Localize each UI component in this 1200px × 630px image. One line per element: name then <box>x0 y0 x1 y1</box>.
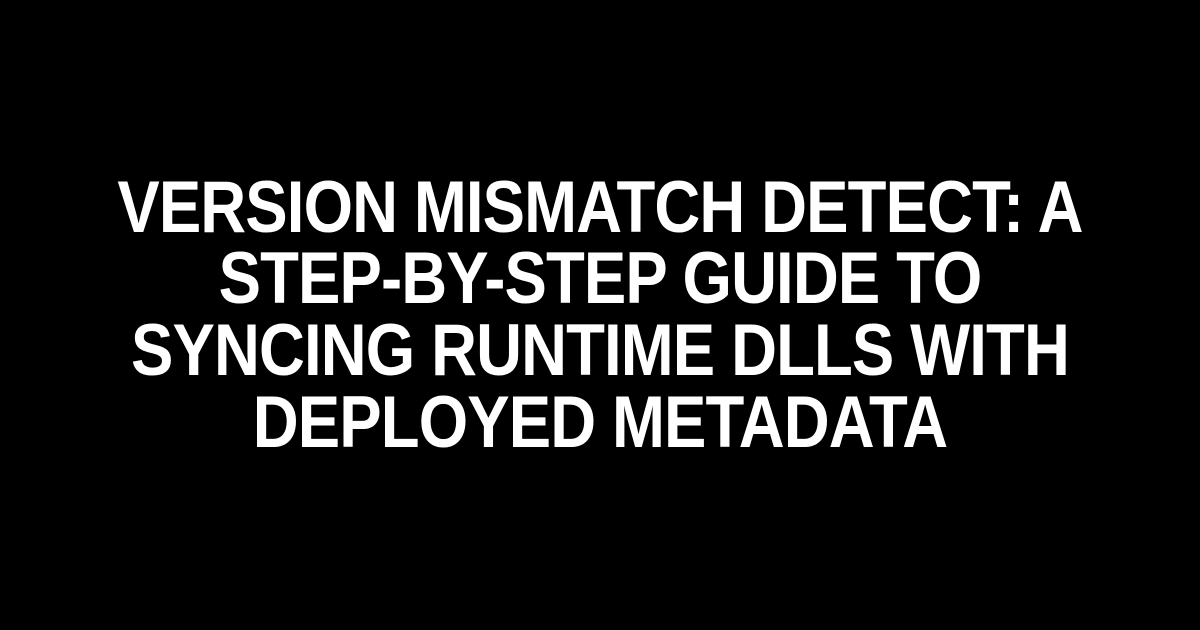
page-title: Version Mismatch Detect: A Step-by-Step … <box>78 172 1122 458</box>
